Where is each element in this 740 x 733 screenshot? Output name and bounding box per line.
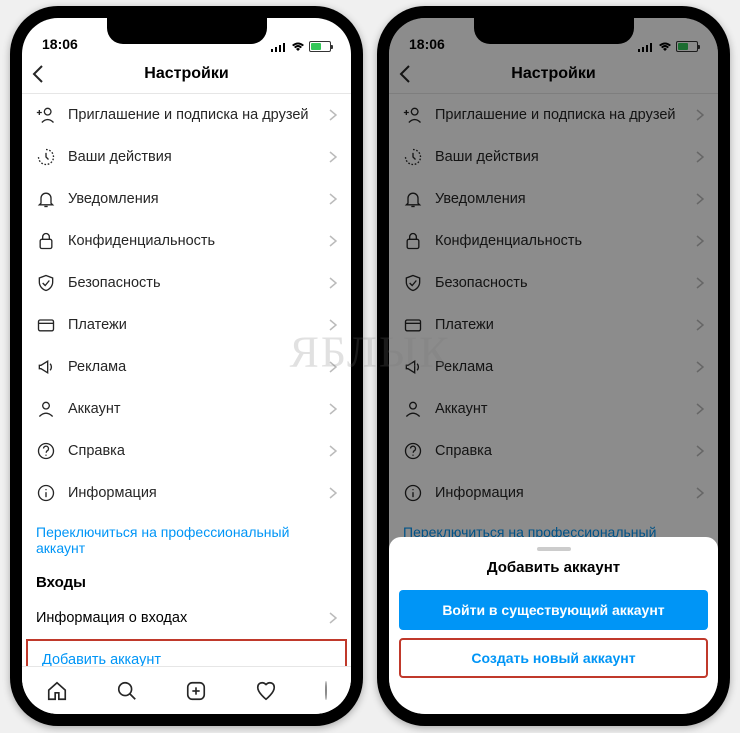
settings-row-lock[interactable]: Конфиденциальность bbox=[22, 220, 351, 262]
login-existing-button[interactable]: Войти в существующий аккаунт bbox=[399, 590, 708, 630]
home-icon bbox=[46, 680, 68, 702]
switch-professional-link[interactable]: Переключиться на профессиональный аккаун… bbox=[22, 514, 351, 566]
help-icon bbox=[36, 441, 62, 461]
action-sheet: Добавить аккаунт Войти в существующий ак… bbox=[389, 537, 718, 714]
login-existing-label: Войти в существующий аккаунт bbox=[442, 602, 664, 618]
chevron-right-icon bbox=[329, 403, 337, 415]
sheet-title: Добавить аккаунт bbox=[399, 559, 708, 576]
create-new-button[interactable]: Создать новый аккаунт bbox=[399, 638, 708, 678]
chevron-right-icon bbox=[329, 487, 337, 499]
screen-right: 18:06 Настройки Приглашение и подписка н… bbox=[389, 18, 718, 714]
tab-likes[interactable] bbox=[255, 680, 277, 702]
settings-row-info[interactable]: Информация bbox=[22, 472, 351, 514]
tab-home[interactable] bbox=[46, 680, 68, 702]
chevron-right-icon bbox=[329, 277, 337, 289]
settings-row-label: Аккаунт bbox=[62, 401, 329, 417]
chevron-right-icon bbox=[329, 319, 337, 331]
activity-icon bbox=[36, 147, 62, 167]
back-button[interactable] bbox=[32, 65, 44, 83]
settings-row-help[interactable]: Справка bbox=[22, 430, 351, 472]
battery-icon bbox=[309, 41, 331, 52]
logins-section-title: Входы bbox=[22, 566, 351, 597]
user-icon bbox=[36, 399, 62, 419]
plus-box-icon bbox=[185, 680, 207, 702]
create-new-label: Создать новый аккаунт bbox=[471, 650, 635, 666]
heart-icon bbox=[255, 680, 277, 702]
tab-bar bbox=[22, 666, 351, 714]
settings-row-card[interactable]: Платежи bbox=[22, 304, 351, 346]
shield-icon bbox=[36, 273, 62, 293]
settings-row-activity[interactable]: Ваши действия bbox=[22, 136, 351, 178]
chevron-left-icon bbox=[32, 65, 44, 83]
chevron-right-icon bbox=[329, 445, 337, 457]
settings-row-label: Справка bbox=[62, 443, 329, 459]
notch bbox=[474, 18, 634, 44]
phone-right: 18:06 Настройки Приглашение и подписка н… bbox=[377, 6, 730, 726]
settings-row-label: Реклама bbox=[62, 359, 329, 375]
settings-row-user[interactable]: Аккаунт bbox=[22, 388, 351, 430]
chevron-right-icon bbox=[329, 235, 337, 247]
add-friend-icon bbox=[36, 105, 62, 125]
tab-create[interactable] bbox=[185, 680, 207, 702]
settings-row-label: Уведомления bbox=[62, 191, 329, 207]
settings-row-label: Информация bbox=[62, 485, 329, 501]
tab-profile[interactable] bbox=[325, 682, 327, 700]
card-icon bbox=[36, 315, 62, 335]
screen-left: 18:06 Настройки Приглашение и подписка н… bbox=[22, 18, 351, 714]
settings-row-label: Безопасность bbox=[62, 275, 329, 291]
megaphone-icon bbox=[36, 357, 62, 377]
settings-row-label: Ваши действия bbox=[62, 149, 329, 165]
bell-icon bbox=[36, 189, 62, 209]
settings-list[interactable]: Приглашение и подписка на друзей Ваши дей… bbox=[22, 94, 351, 514]
header: Настройки bbox=[22, 54, 351, 94]
lock-icon bbox=[36, 231, 62, 251]
settings-row-label: Платежи bbox=[62, 317, 329, 333]
search-icon bbox=[116, 680, 138, 702]
wifi-icon bbox=[291, 42, 305, 52]
avatar bbox=[325, 681, 327, 700]
settings-row-shield[interactable]: Безопасность bbox=[22, 262, 351, 304]
sheet-grabber[interactable] bbox=[537, 547, 571, 551]
phone-left: 18:06 Настройки Приглашение и подписка н… bbox=[10, 6, 363, 726]
signal-icon bbox=[271, 42, 287, 52]
logins-info-label: Информация о входах bbox=[36, 610, 187, 626]
settings-row-add-friend[interactable]: Приглашение и подписка на друзей bbox=[22, 94, 351, 136]
chevron-right-icon bbox=[329, 151, 337, 163]
settings-row-bell[interactable]: Уведомления bbox=[22, 178, 351, 220]
tab-search[interactable] bbox=[116, 680, 138, 702]
chevron-right-icon bbox=[329, 193, 337, 205]
info-icon bbox=[36, 483, 62, 503]
chevron-right-icon bbox=[329, 612, 337, 624]
notch bbox=[107, 18, 267, 44]
page-title: Настройки bbox=[22, 65, 351, 83]
status-time: 18:06 bbox=[42, 36, 78, 52]
status-indicators bbox=[271, 41, 331, 52]
settings-row-megaphone[interactable]: Реклама bbox=[22, 346, 351, 388]
logins-info-row[interactable]: Информация о входах bbox=[22, 597, 351, 639]
settings-row-label: Конфиденциальность bbox=[62, 233, 329, 249]
chevron-right-icon bbox=[329, 109, 337, 121]
chevron-right-icon bbox=[329, 361, 337, 373]
settings-row-label: Приглашение и подписка на друзей bbox=[62, 107, 329, 123]
